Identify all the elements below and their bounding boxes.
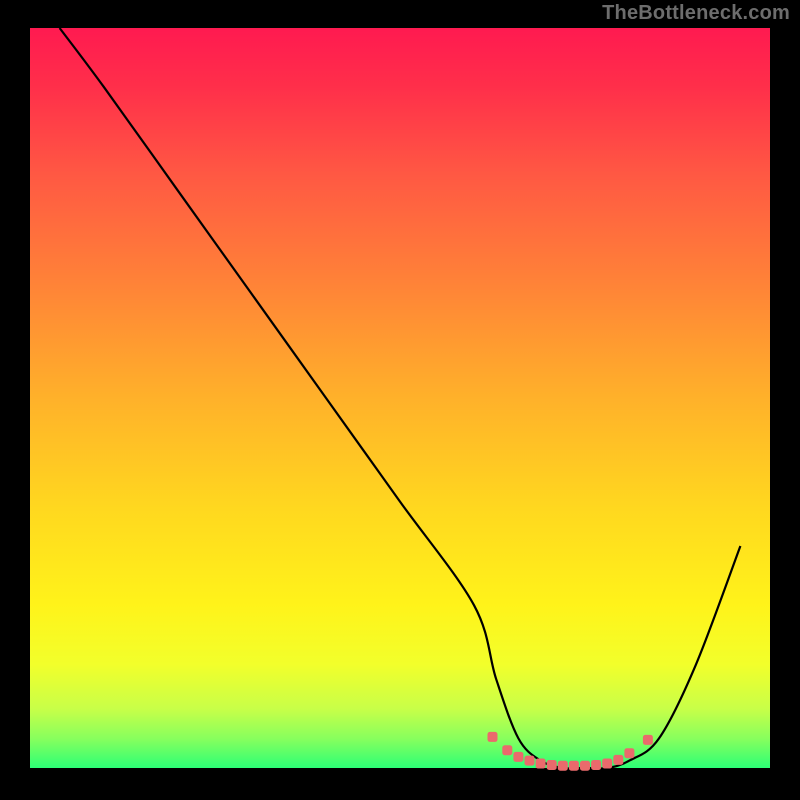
watermark-text: TheBottleneck.com <box>602 2 790 25</box>
optimal-marker <box>547 760 557 770</box>
optimal-marker <box>643 735 653 745</box>
optimal-marker <box>624 748 634 758</box>
optimal-marker <box>569 761 579 771</box>
optimal-marker <box>580 761 590 771</box>
optimal-marker <box>536 759 546 769</box>
optimal-marker <box>502 745 512 755</box>
optimal-marker <box>558 761 568 771</box>
optimal-marker <box>488 732 498 742</box>
bottleneck-curve-chart <box>0 0 800 800</box>
optimal-marker <box>591 760 601 770</box>
optimal-marker <box>613 755 623 765</box>
optimal-marker <box>513 752 523 762</box>
chart-container: TheBottleneck.com <box>0 0 800 800</box>
optimal-marker <box>525 756 535 766</box>
optimal-marker <box>602 759 612 769</box>
